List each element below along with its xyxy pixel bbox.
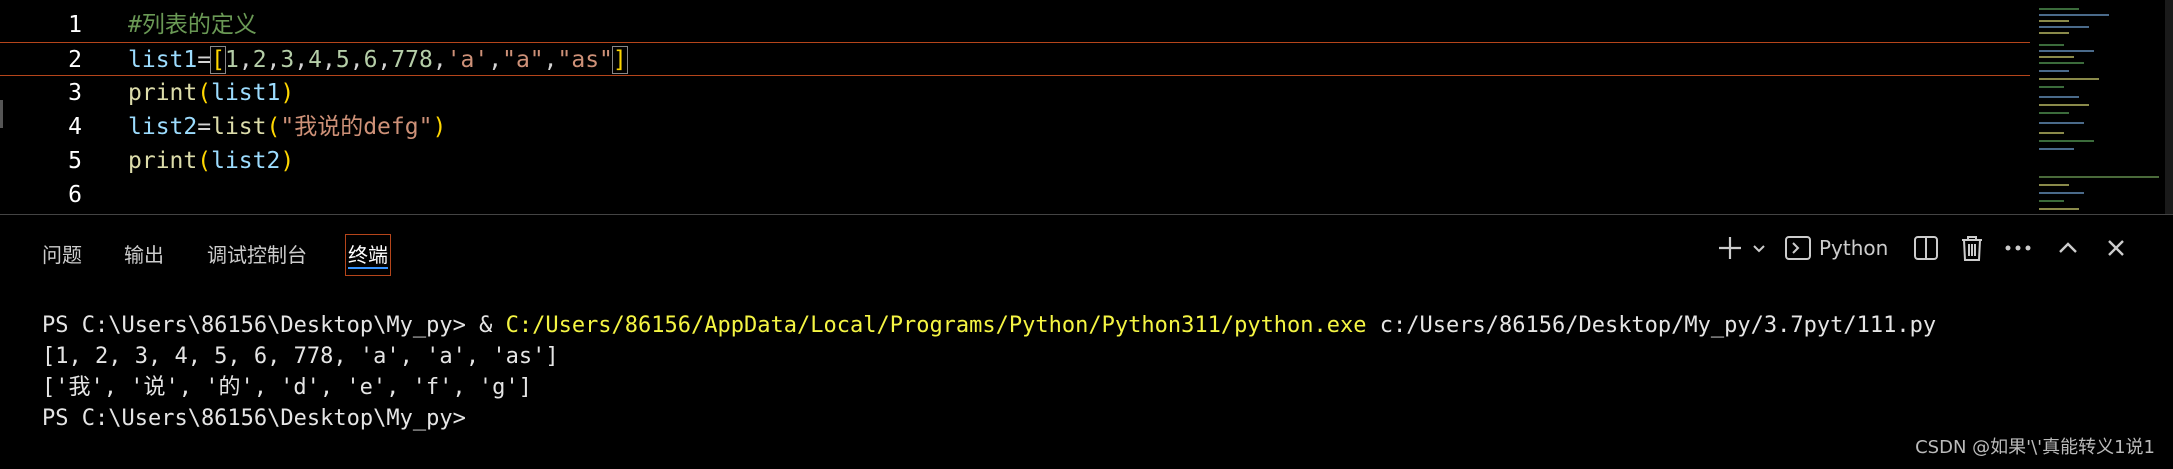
code-token: "a" xyxy=(502,47,544,73)
editor-scrollbar[interactable] xyxy=(2165,0,2173,214)
code-token: ( xyxy=(197,148,212,174)
terminal-text: ['我', '说', '的', 'd', 'e', 'f', 'g'] xyxy=(42,375,532,400)
code-token: 5 xyxy=(335,47,350,73)
code-token: ( xyxy=(197,80,212,106)
code-token: print xyxy=(128,80,198,106)
tab-output[interactable]: 输出 xyxy=(124,235,164,275)
code-token: 4 xyxy=(308,47,322,73)
close-icon[interactable] xyxy=(2099,228,2133,268)
plus-icon[interactable] xyxy=(1713,228,1747,268)
code-token: = xyxy=(197,47,212,73)
terminal-text: [1, 2, 3, 4, 5, 6, 778, 'a', 'a', 'as'] xyxy=(42,344,559,369)
panel-actions: Python xyxy=(1713,228,2173,268)
terminal-line: [1, 2, 3, 4, 5, 6, 778, 'a', 'a', 'as'] xyxy=(42,341,559,372)
code-text[interactable]: list1=[1,2,3,4,5,6,778,'a',"a","as"] xyxy=(128,43,628,77)
chevron-up-icon[interactable] xyxy=(2051,228,2085,268)
code-token: , xyxy=(238,47,253,73)
code-text[interactable]: print(list2) xyxy=(128,144,294,178)
code-token: list1 xyxy=(211,80,281,106)
vscode-window: 1 #列表的定义 2 list1=[1,2,3,4,5,6,778,'a',"a","… xyxy=(0,0,2173,469)
terminal-text: PS C:\Users\86156\Desktop\My_py> & xyxy=(42,313,506,338)
code-token: print xyxy=(128,148,198,174)
code-token: , xyxy=(488,47,503,73)
code-token: list2 xyxy=(211,148,281,174)
code-token: "as" xyxy=(557,47,613,73)
code-text[interactable]: list2=list("我说的defg") xyxy=(128,110,446,144)
tab-debug-console[interactable]: 调试控制台 xyxy=(207,235,307,275)
chevron-down-icon[interactable] xyxy=(1749,228,1769,268)
line-number: 3 xyxy=(68,80,82,106)
code-line[interactable]: 5 print(list2) xyxy=(0,144,2030,178)
code-token: ) xyxy=(432,114,447,140)
minimap[interactable] xyxy=(2035,0,2165,214)
terminal-text: PS C:\Users\86156\Desktop\My_py> xyxy=(42,406,466,431)
code-token: , xyxy=(321,47,336,73)
code-token: , xyxy=(266,47,281,73)
code-token: 778 xyxy=(391,47,433,73)
tab-problems[interactable]: 问题 xyxy=(42,235,82,275)
code-token: ] xyxy=(611,46,628,74)
tab-terminal[interactable]: 终端 xyxy=(345,234,391,276)
more-icon[interactable] xyxy=(2001,228,2035,268)
code-token: 3 xyxy=(280,47,295,73)
line-number: 5 xyxy=(68,148,82,174)
code-token: , xyxy=(432,47,447,73)
code-token: [ xyxy=(210,46,226,74)
code-token: list2 xyxy=(128,114,198,140)
code-token: , xyxy=(377,47,392,73)
code-line[interactable]: 1 #列表的定义 xyxy=(0,8,2030,42)
code-editor[interactable]: 1 #列表的定义 2 list1=[1,2,3,4,5,6,778,'a',"a","… xyxy=(0,0,2173,214)
terminal-text: c:/Users/86156/Desktop/My_py/3.7pyt/111.… xyxy=(1366,313,1937,338)
code-token: ) xyxy=(280,148,295,174)
code-token: 1 xyxy=(224,47,239,73)
code-token: = xyxy=(197,114,212,140)
terminal-output[interactable]: PS C:\Users\86156\Desktop\My_py> & C:/Us… xyxy=(0,305,2173,469)
code-text[interactable]: print(list1) xyxy=(128,76,294,110)
code-text[interactable]: #列表的定义 xyxy=(128,8,257,42)
trash-icon[interactable] xyxy=(1955,228,1989,268)
terminal-icon[interactable] xyxy=(1781,228,1815,268)
line-number: 2 xyxy=(68,47,82,73)
shell-label[interactable]: Python xyxy=(1819,228,1897,268)
terminal-line: PS C:\Users\86156\Desktop\My_py> xyxy=(42,403,466,434)
code-token: 6 xyxy=(363,47,378,73)
code-token: , xyxy=(349,47,364,73)
split-icon[interactable] xyxy=(1909,228,1943,268)
line-number: 1 xyxy=(68,12,82,38)
terminal-text: C:/Users/86156/AppData/Local/Programs/Py… xyxy=(505,313,1367,338)
code-token: 'a' xyxy=(446,47,489,73)
code-token: list1 xyxy=(128,47,198,73)
line-number: 6 xyxy=(68,182,82,208)
code-token: #列表的定义 xyxy=(128,12,257,38)
code-token: , xyxy=(543,47,558,73)
terminal-line: PS C:\Users\86156\Desktop\My_py> & C:/Us… xyxy=(42,310,1936,341)
code-line[interactable]: 4 list2=list("我说的defg") xyxy=(0,110,2030,144)
line-number: 4 xyxy=(68,114,82,140)
code-token: ( xyxy=(266,114,281,140)
code-token: ) xyxy=(280,80,295,106)
terminal-line: ['我', '说', '的', 'd', 'e', 'f', 'g'] xyxy=(42,372,532,403)
code-line[interactable]: 2 list1=[1,2,3,4,5,6,778,'a',"a","as"] xyxy=(0,42,2030,76)
code-line[interactable]: 6 xyxy=(0,178,2030,212)
code-token: list xyxy=(211,114,267,140)
code-token: , xyxy=(294,47,309,73)
watermark: CSDN @如果'\'真能转义1说1 xyxy=(1915,437,2155,458)
code-token: 2 xyxy=(252,47,267,73)
code-token: "我说的defg" xyxy=(280,114,433,140)
code-line[interactable]: 3 print(list1) xyxy=(0,76,2030,110)
